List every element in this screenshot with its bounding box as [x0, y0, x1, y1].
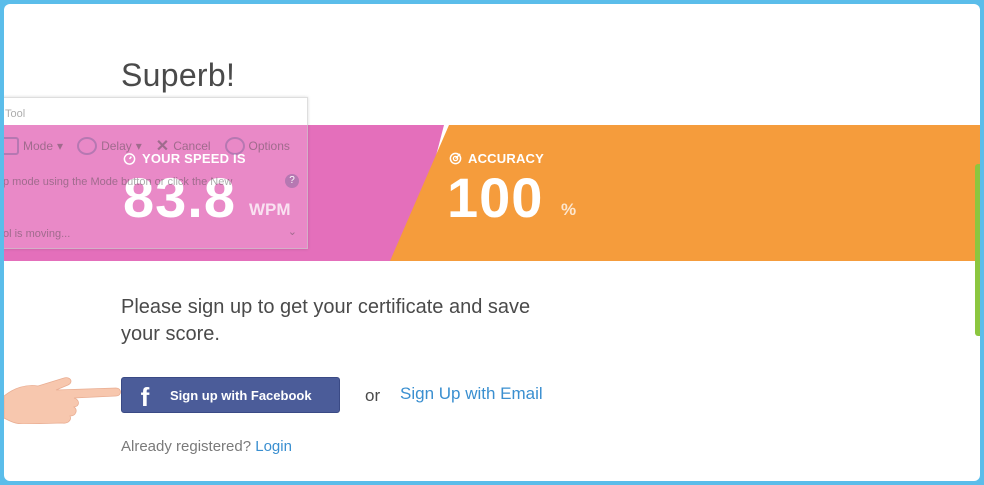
page-title: Superb! [121, 57, 236, 93]
help-icon[interactable]: ? [285, 174, 299, 188]
already-registered-text: Already registered? [121, 438, 252, 455]
overlay-status: ol is moving... [4, 228, 71, 240]
clock-icon [77, 137, 98, 155]
gear-icon [224, 137, 245, 155]
accuracy-value: 100 [447, 166, 544, 229]
facebook-icon: f [140, 382, 150, 412]
mode-icon [4, 137, 19, 155]
overlay-title: Tool [5, 108, 26, 120]
results-card: Superb! YOUR SPEED IS 83.8 WPM ACCURACY … [4, 4, 980, 481]
accuracy-label: ACCURACY [449, 151, 544, 166]
login-link[interactable]: Login [255, 438, 292, 455]
or-separator: or [365, 386, 381, 405]
side-tab[interactable] [975, 164, 980, 336]
accuracy-label-text: ACCURACY [468, 151, 544, 166]
already-registered: Already registered? Login [121, 438, 292, 455]
overlay-hint: p mode using the Mode button or click th… [4, 176, 233, 188]
overlay-cancel-button[interactable]: ✕ Cancel [156, 136, 211, 156]
overlay-delay-button[interactable]: Delay ▾ [77, 137, 142, 155]
chevron-down-icon[interactable]: ⌄ [288, 225, 297, 238]
overlay-toolbar: Mode ▾ Delay ▾ ✕ Cancel Options [4, 136, 290, 156]
snipping-tool-window[interactable]: Tool Mode ▾ Delay ▾ ✕ Cancel Options p mo… [4, 97, 308, 249]
overlay-options-button[interactable]: Options [224, 137, 290, 155]
pointing-hand-icon [4, 377, 121, 424]
facebook-signup-button[interactable]: f Sign up with Facebook [121, 377, 340, 413]
facebook-signup-label: Sign up with Facebook [170, 387, 312, 403]
accuracy-unit: % [561, 200, 577, 219]
close-icon: ✕ [155, 138, 170, 155]
signup-prompt: Please sign up to get your certificate a… [121, 296, 531, 345]
overlay-mode-button[interactable]: Mode ▾ [4, 137, 63, 155]
target-icon [449, 152, 462, 165]
email-signup-link[interactable]: Sign Up with Email [400, 384, 543, 404]
